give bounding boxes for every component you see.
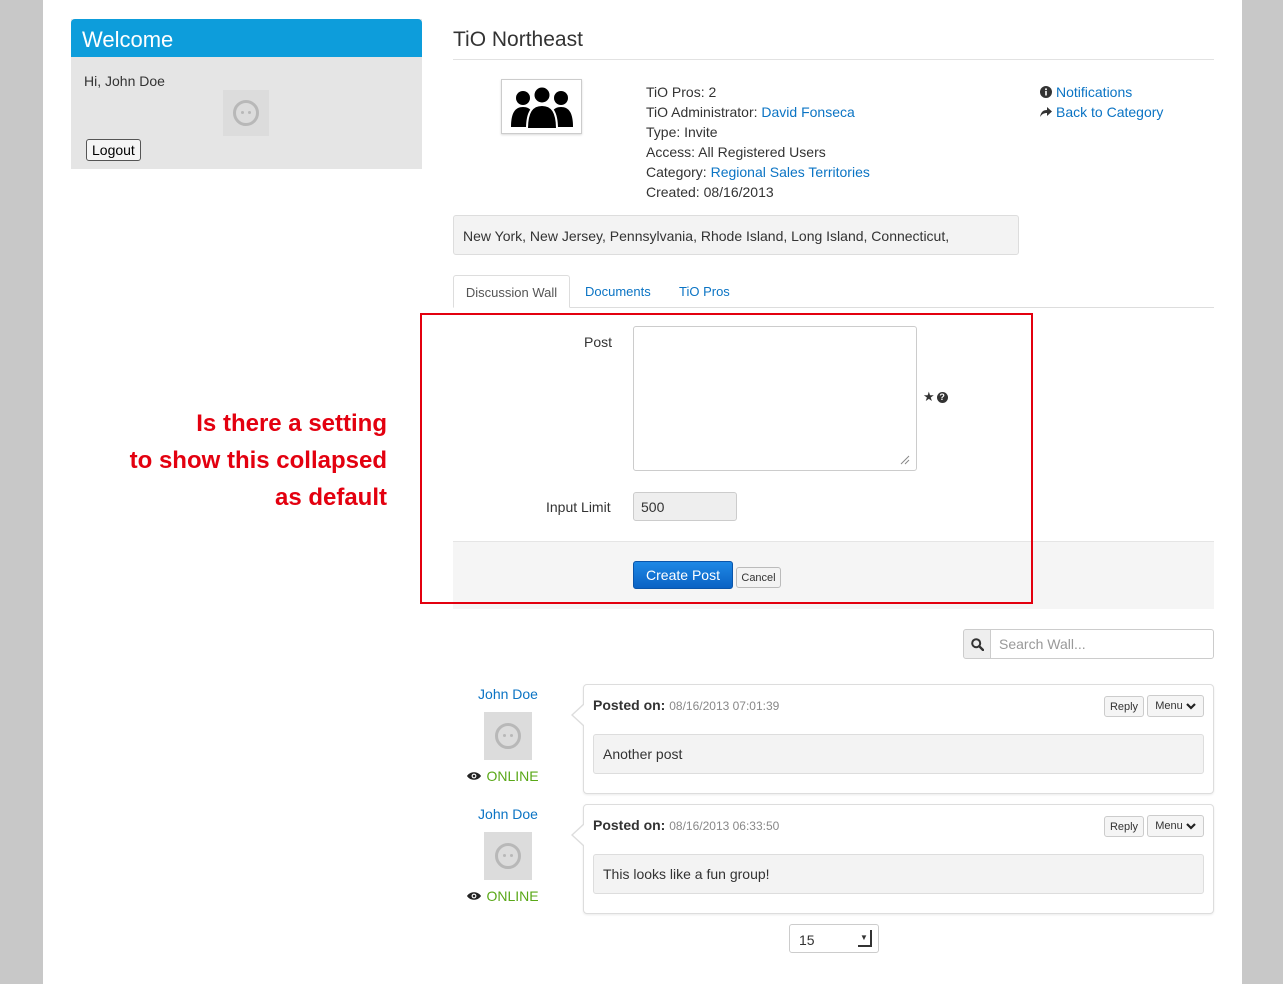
- pros-count: TiO Pros: 2: [646, 84, 717, 100]
- search-button[interactable]: [963, 629, 991, 659]
- side-links: Notifications Back to Category: [1040, 82, 1163, 122]
- chevron-down-icon: [1185, 703, 1196, 710]
- notifications-row[interactable]: Notifications: [1040, 82, 1163, 102]
- group-people-icon: [510, 85, 573, 129]
- avatar-placeholder-icon: [495, 843, 521, 869]
- welcome-panel: Welcome Hi, John Doe Logout: [71, 19, 422, 169]
- annotation-text: Is there a setting to show this collapse…: [103, 405, 387, 516]
- online-status: ONLINE: [463, 888, 543, 904]
- eye-icon: [467, 772, 482, 780]
- reply-button[interactable]: Reply: [1104, 816, 1144, 837]
- share-arrow-icon: [1040, 106, 1052, 118]
- author-link[interactable]: John Doe: [473, 806, 543, 822]
- annotation-line: Is there a setting: [196, 410, 387, 437]
- avatar: [223, 90, 269, 136]
- admin-link[interactable]: David Fonseca: [761, 104, 854, 120]
- tab-discussion-wall[interactable]: Discussion Wall: [453, 275, 570, 308]
- title-divider: [453, 59, 1214, 60]
- back-row[interactable]: Back to Category: [1040, 102, 1163, 122]
- avatar-placeholder-icon: [233, 100, 259, 126]
- page: Welcome Hi, John Doe Logout TiO Northeas…: [43, 0, 1242, 984]
- back-to-category-link[interactable]: Back to Category: [1056, 102, 1163, 122]
- annotation-highlight-box: [420, 313, 1033, 604]
- menu-button[interactable]: Menu: [1147, 695, 1204, 717]
- access-line: Access: All Registered Users: [646, 144, 826, 160]
- post-message: Another post: [593, 734, 1204, 774]
- category-link[interactable]: Regional Sales Territories: [711, 164, 870, 180]
- logout-button[interactable]: Logout: [86, 139, 141, 161]
- annotation-line: to show this collapsed: [129, 447, 387, 474]
- tab-tio-pros[interactable]: TiO Pros: [679, 275, 730, 308]
- author-avatar: [484, 712, 532, 760]
- type-line: Type: Invite: [646, 124, 718, 140]
- post-author: John Doe ONLINE: [467, 806, 543, 904]
- search-icon: [970, 637, 984, 651]
- category-line: Category: Regional Sales Territories: [646, 164, 870, 180]
- eye-icon: [467, 892, 482, 900]
- group-image: [501, 79, 582, 134]
- post-card: Posted on: 08/16/2013 06:33:50 Reply Men…: [571, 804, 1214, 914]
- info-circle-icon: [1040, 86, 1052, 98]
- author-avatar: [484, 832, 532, 880]
- group-info: TiO Pros: 2 TiO Administrator: David Fon…: [646, 82, 870, 202]
- admin-line: TiO Administrator: David Fonseca: [646, 104, 855, 120]
- post-meta: Posted on: 08/16/2013 07:01:39: [593, 697, 780, 713]
- avatar-placeholder-icon: [495, 723, 521, 749]
- page-title: TiO Northeast: [453, 28, 583, 51]
- group-description: New York, New Jersey, Pennsylvania, Rhod…: [453, 215, 1019, 255]
- per-page-select[interactable]: 15 ▼: [789, 924, 879, 953]
- post-timestamp: 08/16/2013 07:01:39: [669, 699, 780, 713]
- created-line: Created: 08/16/2013: [646, 184, 774, 200]
- tab-documents[interactable]: Documents: [585, 275, 651, 308]
- online-status: ONLINE: [463, 768, 543, 784]
- post-timestamp: 08/16/2013 06:33:50: [669, 819, 780, 833]
- welcome-title: Welcome: [71, 19, 422, 57]
- reply-button[interactable]: Reply: [1104, 696, 1144, 717]
- chevron-down-icon: [1185, 823, 1196, 830]
- post-message: This looks like a fun group!: [593, 854, 1204, 894]
- post-card: Posted on: 08/16/2013 07:01:39 Reply Men…: [571, 684, 1214, 794]
- post-meta: Posted on: 08/16/2013 06:33:50: [593, 817, 780, 833]
- post-author: John Doe ONLINE: [467, 686, 543, 784]
- search-wall-input[interactable]: [990, 629, 1214, 659]
- select-arrow-icon: ▼: [858, 930, 872, 947]
- author-link[interactable]: John Doe: [473, 686, 543, 702]
- notifications-link[interactable]: Notifications: [1056, 82, 1132, 102]
- menu-button[interactable]: Menu: [1147, 815, 1204, 837]
- welcome-greeting: Hi, John Doe: [84, 73, 165, 89]
- annotation-line: as default: [274, 484, 387, 511]
